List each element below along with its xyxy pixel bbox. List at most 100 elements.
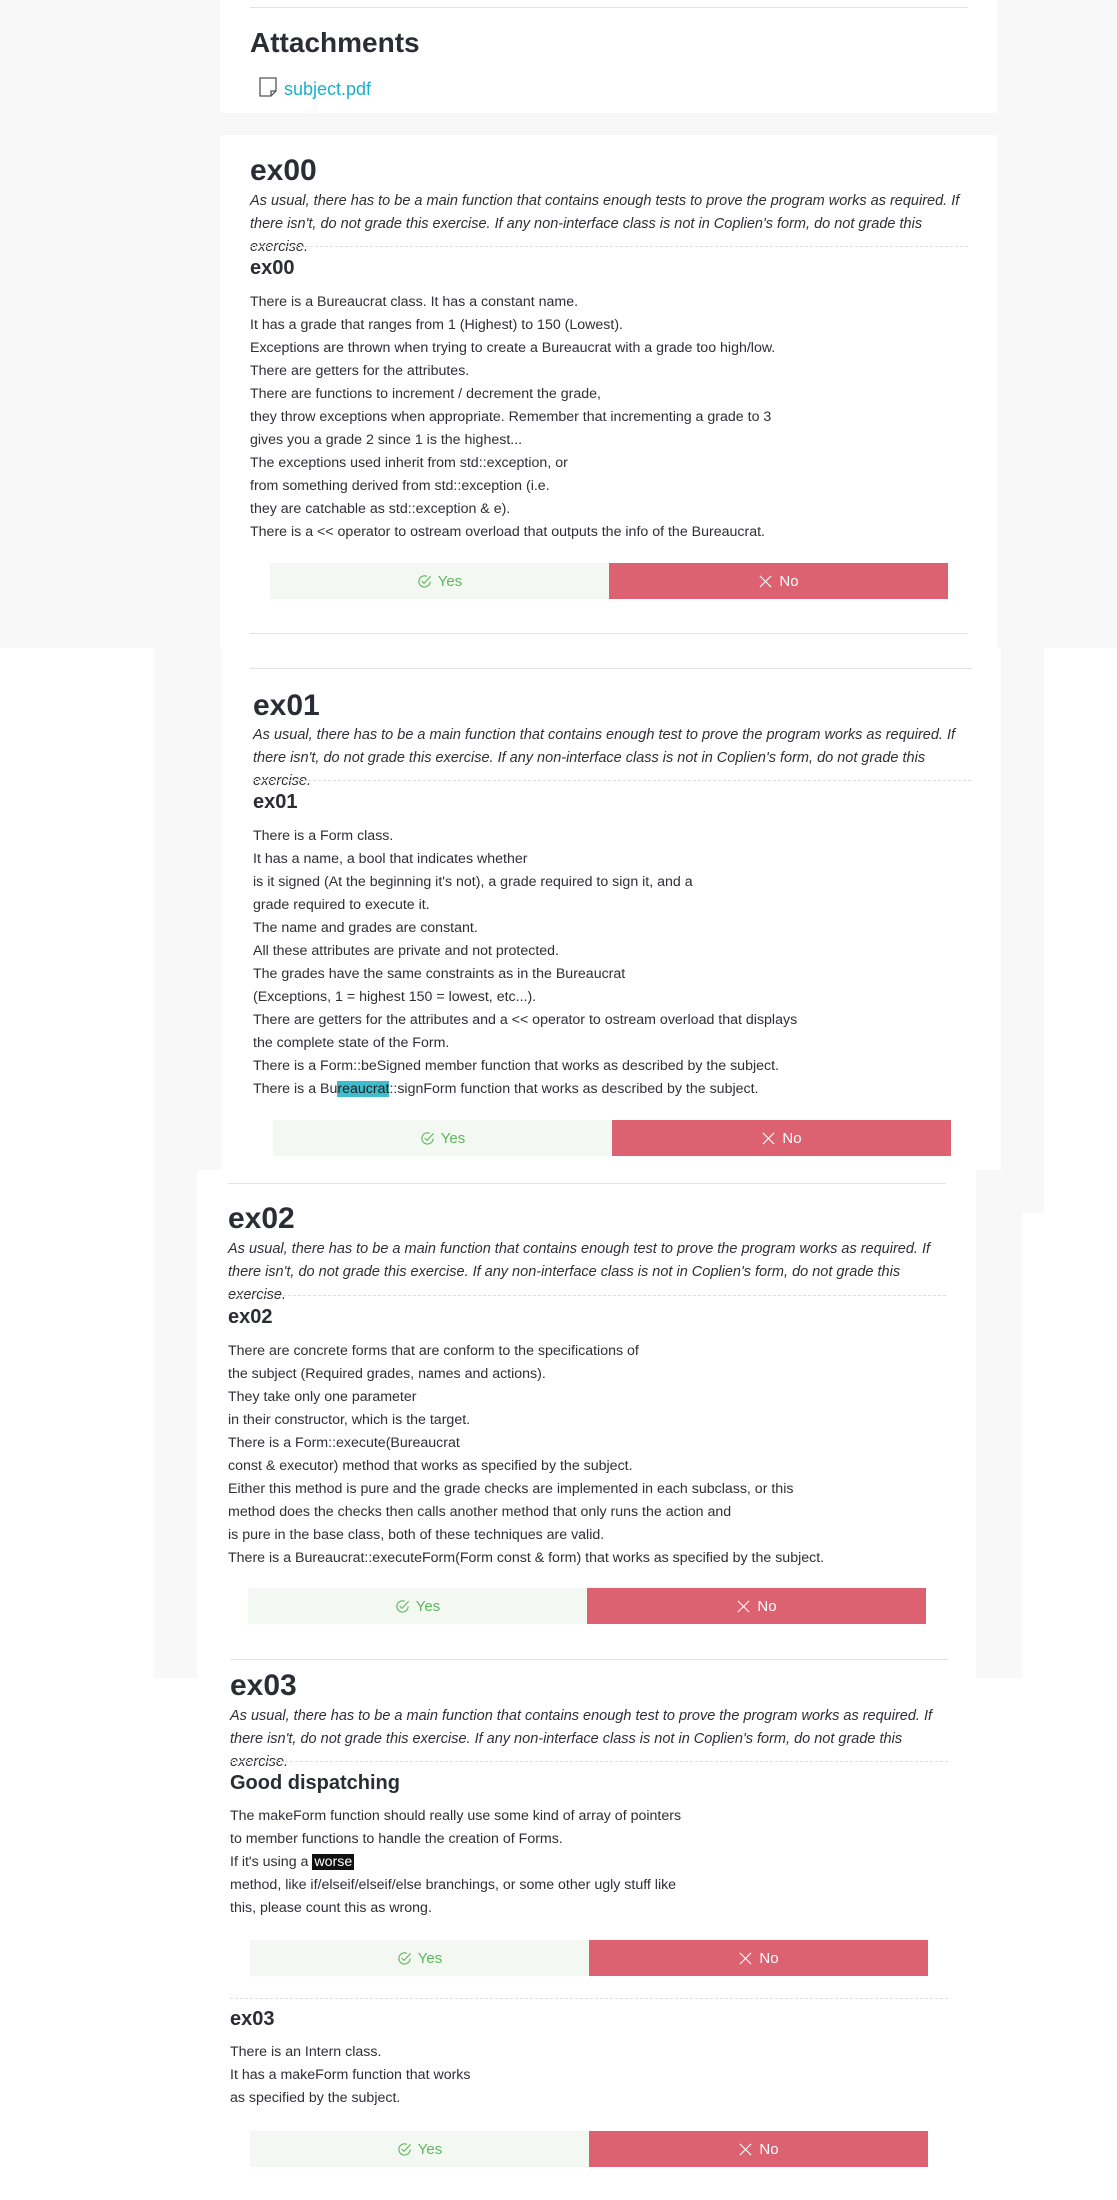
yes-label: Yes — [417, 1949, 443, 1967]
ex00-line: they throw exceptions when appropriate. … — [250, 409, 772, 425]
ex02-description: There are concrete forms that are confor… — [228, 1340, 824, 1570]
ex02-line: the subject (Required grades, names and … — [228, 1366, 546, 1382]
ex02-line: They take only one parameter — [228, 1389, 417, 1405]
ex01-line: All these attributes are private and not… — [253, 943, 560, 959]
ex01-line: the complete state of the Form. — [253, 1035, 450, 1051]
ex00-intro: As usual, there has to be a main functio… — [250, 193, 960, 255]
ex02-title: ex02 — [228, 1202, 295, 1235]
yes-label: Yes — [415, 1597, 441, 1615]
ex01-line: The grades have the same constraints as … — [253, 966, 626, 982]
check-circle-icon — [417, 574, 432, 589]
ex00-line: gives you a grade 2 since 1 is the highe… — [250, 432, 523, 448]
no-label: No — [779, 572, 799, 590]
dispatching-yes-button[interactable]: Yes — [250, 1940, 589, 1976]
ex00-bottom-divider — [250, 633, 968, 634]
ex02-line: is pure in the base class, both of these… — [228, 1527, 605, 1543]
dispatch-line: to member functions to handle the creati… — [230, 1831, 563, 1847]
ex01-line: (Exceptions, 1 = highest 150 = lowest, e… — [253, 989, 537, 1005]
ex02-line: There is a Form::execute(Bureaucrat — [228, 1435, 460, 1451]
ex01-description: There is a Form class. It has a name, a … — [253, 825, 797, 1101]
ex01-intro-divider — [253, 780, 971, 781]
ex02-top-divider — [228, 1183, 946, 1184]
yes-label: Yes — [440, 1129, 466, 1147]
ex02-line: There is a Bureaucrat::executeForm(Form … — [228, 1550, 825, 1566]
ex02-line: Either this method is pure and the grade… — [228, 1481, 794, 1497]
text-selection-highlight: reaucrat — [337, 1081, 390, 1097]
ex00-description: There is a Bureaucrat class. It has a co… — [250, 291, 775, 544]
no-label: No — [759, 1949, 779, 1967]
check-circle-icon — [397, 2142, 412, 2157]
ex02-no-button[interactable]: No — [587, 1588, 926, 1624]
attachment-link[interactable]: subject.pdf — [258, 76, 371, 103]
ex01-top-divider — [250, 668, 972, 669]
dispatching-subtitle: Good dispatching — [230, 1772, 400, 1794]
ex01-line: There is a Form::beSigned member functio… — [253, 1058, 779, 1074]
ex01-line: grade required to execute it. — [253, 897, 430, 913]
ex02-intro-divider — [228, 1295, 946, 1296]
ex03-intro: As usual, there has to be a main functio… — [230, 1708, 933, 1770]
ex00-title: ex00 — [250, 154, 317, 187]
ex02-subtitle: ex02 — [228, 1306, 273, 1328]
ex01-line: is it signed (At the beginning it's not)… — [253, 874, 693, 890]
ex03-top-divider — [230, 1659, 948, 1660]
ex01-line: There is a Bureaucrat::signForm function… — [253, 1078, 797, 1101]
dispatching-no-button[interactable]: No — [589, 1940, 928, 1976]
ex02-intro: As usual, there has to be a main functio… — [228, 1241, 931, 1303]
ex00-intro-divider — [250, 246, 968, 247]
text-selection-highlight: worse — [312, 1854, 355, 1870]
ex00-line: they are catchable as std::exception & e… — [250, 501, 511, 517]
check-circle-icon — [420, 1131, 435, 1146]
ex03-title: ex03 — [230, 1669, 297, 1702]
top-divider — [250, 7, 968, 8]
dispatch-line-start: If it's using a — [230, 1854, 313, 1870]
ex02-line: method does the checks then calls anothe… — [228, 1504, 732, 1520]
no-label: No — [757, 1597, 777, 1615]
ex02-line: There are concrete forms that are confor… — [228, 1343, 639, 1359]
ex00-subtitle: ex00 — [250, 257, 295, 279]
ex01-last-line-end: ::signForm function that works as descri… — [389, 1081, 759, 1097]
file-icon — [258, 76, 278, 103]
ex02-line: in their constructor, which is the targe… — [228, 1412, 471, 1428]
ex03-description: There is an Intern class. It has a makeF… — [230, 2041, 471, 2110]
ex01-title: ex01 — [253, 689, 320, 722]
attachments-title: Attachments — [250, 27, 420, 58]
cross-icon — [758, 574, 773, 589]
ex01-intro: As usual, there has to be a main functio… — [253, 727, 956, 789]
dispatch-line: If it's using a worse — [230, 1851, 681, 1874]
yes-label: Yes — [417, 2140, 443, 2158]
ex00-line: Exceptions are thrown when trying to cre… — [250, 340, 776, 356]
ex03-subtitle: ex03 — [230, 2008, 275, 2030]
ex01-line: It has a name, a bool that indicates whe… — [253, 851, 528, 867]
ex02-line: const & executor) method that works as s… — [228, 1458, 633, 1474]
ex01-line: There is a Form class. — [253, 828, 394, 844]
ex00-no-button[interactable]: No — [609, 563, 948, 599]
ex02-yes-button[interactable]: Yes — [248, 1588, 587, 1624]
ex03-line: It has a makeForm function that works — [230, 2067, 471, 2083]
ex03-line: as specified by the subject. — [230, 2090, 401, 2106]
dispatch-line: method, like if/elseif/elseif/else branc… — [230, 1877, 677, 1893]
ex03-line: There is an Intern class. — [230, 2044, 382, 2060]
ex00-line: There is a << operator to ostream overlo… — [250, 524, 765, 540]
ex00-line: There are getters for the attributes. — [250, 363, 470, 379]
check-circle-icon — [395, 1599, 410, 1614]
ex01-last-line-start: There is a Bu — [253, 1081, 338, 1097]
dispatch-line: The makeForm function should really use … — [230, 1808, 682, 1824]
dispatching-divider — [230, 1998, 948, 1999]
no-label: No — [782, 1129, 802, 1147]
ex03-yes-button[interactable]: Yes — [250, 2131, 589, 2167]
cross-icon — [761, 1131, 776, 1146]
ex03-no-button[interactable]: No — [589, 2131, 928, 2167]
ex00-yes-button[interactable]: Yes — [270, 563, 609, 599]
ex01-subtitle: ex01 — [253, 791, 298, 813]
ex01-no-button[interactable]: No — [612, 1120, 951, 1156]
ex00-line: There are functions to increment / decre… — [250, 386, 601, 402]
yes-label: Yes — [437, 572, 463, 590]
check-circle-icon — [397, 1951, 412, 1966]
dispatch-line: this, please count this as wrong. — [230, 1900, 432, 1916]
attachment-file-name: subject.pdf — [284, 79, 372, 99]
cross-icon — [738, 2142, 753, 2157]
ex01-yes-button[interactable]: Yes — [273, 1120, 612, 1156]
ex03-intro-divider — [230, 1761, 948, 1762]
dispatching-description: The makeForm function should really use … — [230, 1805, 681, 1920]
ex00-line: from something derived from std::excepti… — [250, 478, 550, 494]
